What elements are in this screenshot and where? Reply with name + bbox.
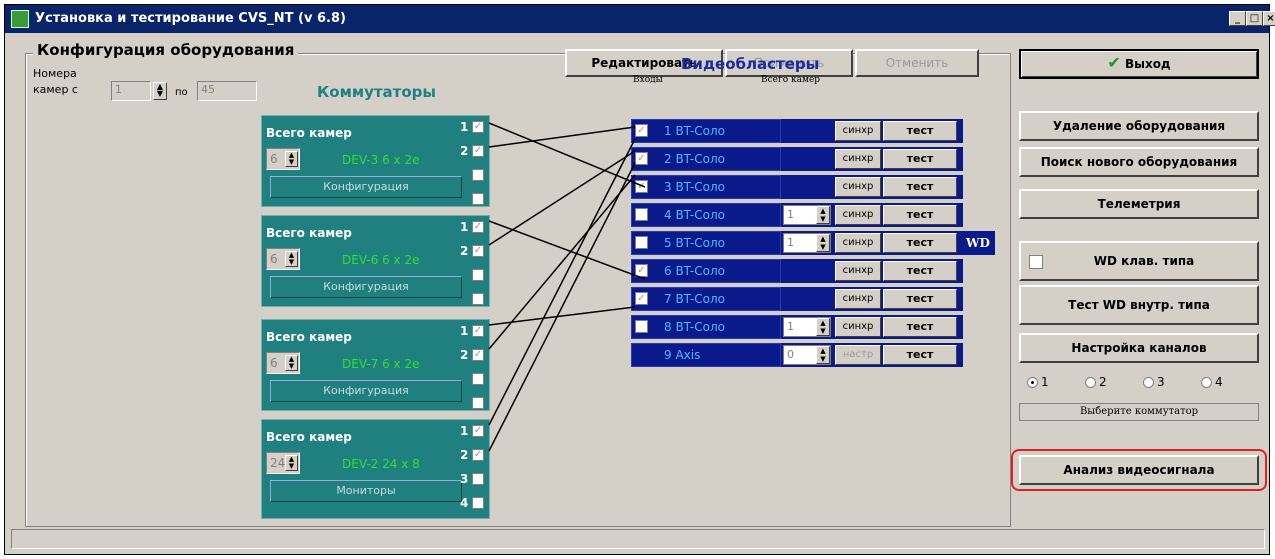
video-analysis-button[interactable]: Анализ видеосигнала — [1019, 455, 1259, 485]
telemetry-button[interactable]: Телеметрия — [1019, 189, 1259, 219]
radio-label: 4 — [1215, 375, 1223, 389]
channels-setup-button[interactable]: Настройка каналов — [1019, 333, 1259, 363]
link-dev6-2 — [488, 150, 636, 246]
channel-radio-1[interactable]: 1 — [1027, 375, 1049, 389]
radio-dot-icon — [1201, 377, 1212, 388]
radio-dot-icon — [1027, 377, 1038, 388]
wd-keyboard-checkbox[interactable] — [1029, 255, 1043, 269]
remove-equipment-button[interactable]: Удаление оборудования — [1019, 111, 1259, 141]
radio-label: 1 — [1041, 375, 1049, 389]
main-window: Установка и тестирование CVS_NT (v 6.8) … — [4, 4, 1275, 555]
radio-label: 2 — [1099, 375, 1107, 389]
link-dev3-1 — [488, 122, 646, 188]
link-dev7-2 — [488, 174, 636, 350]
search-equipment-button[interactable]: Поиск нового оборудования — [1019, 147, 1259, 177]
select-switch-label: Выберите коммутатор — [1019, 403, 1259, 421]
wd-keyboard-button[interactable]: WD клав. типа — [1019, 241, 1259, 281]
status-bar — [11, 529, 1265, 549]
wd-keyboard-label: WD клав. типа — [1093, 254, 1195, 268]
radio-dot-icon — [1143, 377, 1154, 388]
wd-internal-test-button[interactable]: Тест WD внутр. типа — [1019, 285, 1259, 325]
link-dev3-2 — [488, 126, 636, 148]
channel-radio-2[interactable]: 2 — [1085, 375, 1107, 389]
radio-label: 3 — [1157, 375, 1165, 389]
link-dev2-2 — [488, 162, 636, 452]
channel-radio-4[interactable]: 4 — [1201, 375, 1223, 389]
link-dev2-1 — [488, 138, 636, 426]
channel-radio-3[interactable]: 3 — [1143, 375, 1165, 389]
radio-dot-icon — [1085, 377, 1096, 388]
